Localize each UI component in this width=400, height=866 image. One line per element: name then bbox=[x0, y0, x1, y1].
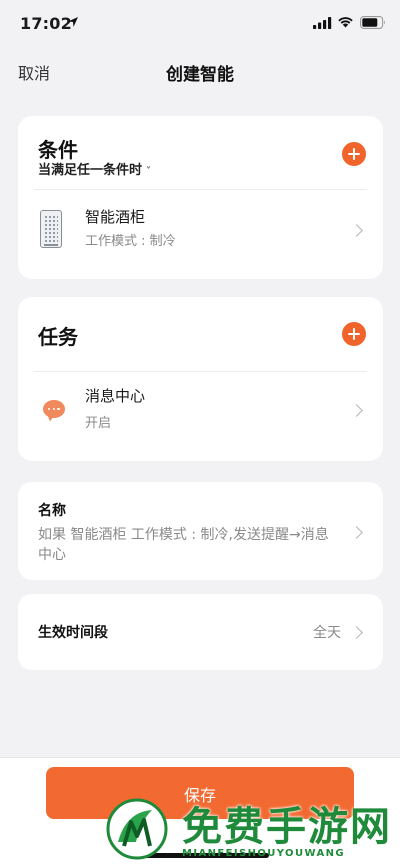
add-condition-button[interactable] bbox=[342, 142, 366, 166]
time-period-row[interactable]: 生效时间段 全天 bbox=[18, 594, 383, 670]
time-period-value: 全天 bbox=[313, 625, 341, 641]
signal-icon bbox=[313, 17, 332, 29]
chevron-right-icon bbox=[350, 224, 363, 237]
condition-device-name: 智能酒柜 bbox=[85, 208, 146, 226]
add-task-button[interactable] bbox=[342, 322, 366, 346]
watermark-text: 免费手游网 bbox=[182, 804, 392, 850]
watermark: 免费手游网 MIANFEISHOUYOUWANG bbox=[96, 790, 400, 866]
chevron-right-icon bbox=[350, 404, 363, 417]
chevron-right-icon bbox=[350, 526, 363, 539]
status-time: 17:02 bbox=[20, 14, 72, 33]
task-item-message-center[interactable]: 消息中心 开启 bbox=[18, 372, 383, 461]
wifi-icon bbox=[338, 17, 353, 28]
name-description: 如果 智能酒柜 工作模式 : 制冷,发送提醒→消息中心 bbox=[38, 527, 329, 563]
wine-cabinet-icon bbox=[40, 210, 62, 248]
chevron-right-icon bbox=[350, 626, 363, 639]
tasks-title: 任务 bbox=[38, 325, 78, 349]
condition-item-wine-cabinet[interactable]: 智能酒柜 工作模式 : 制冷 bbox=[18, 190, 383, 279]
nav-bar: 取消 创建智能 bbox=[0, 46, 400, 96]
condition-device-detail: 工作模式 : 制冷 bbox=[85, 234, 176, 249]
status-bar: 17:02 bbox=[0, 0, 400, 46]
name-label: 名称 bbox=[38, 503, 66, 519]
task-detail: 开启 bbox=[85, 416, 112, 431]
location-arrow-icon bbox=[68, 17, 78, 27]
watermark-logo bbox=[106, 798, 168, 860]
watermark-subtext: MIANFEISHOUYOUWANG bbox=[182, 848, 345, 859]
message-bubble-icon bbox=[43, 400, 65, 418]
name-row[interactable]: 名称 如果 智能酒柜 工作模式 : 制冷,发送提醒→消息中心 bbox=[18, 482, 383, 580]
page-title: 创建智能 bbox=[166, 65, 234, 85]
time-period-label: 生效时间段 bbox=[38, 625, 108, 641]
tasks-card: 任务 消息中心 开启 bbox=[18, 297, 383, 461]
conditions-card: 条件 当满足任一条件时 ˅ 智能酒柜 工作模式 : 制冷 bbox=[18, 116, 383, 279]
condition-mode-dropdown[interactable]: 当满足任一条件时 ˅ bbox=[38, 159, 151, 178]
condition-mode-label: 当满足任一条件时 bbox=[38, 163, 143, 178]
battery-icon bbox=[360, 16, 385, 29]
task-name: 消息中心 bbox=[85, 387, 146, 405]
chevron-down-icon: ˅ bbox=[146, 166, 152, 177]
